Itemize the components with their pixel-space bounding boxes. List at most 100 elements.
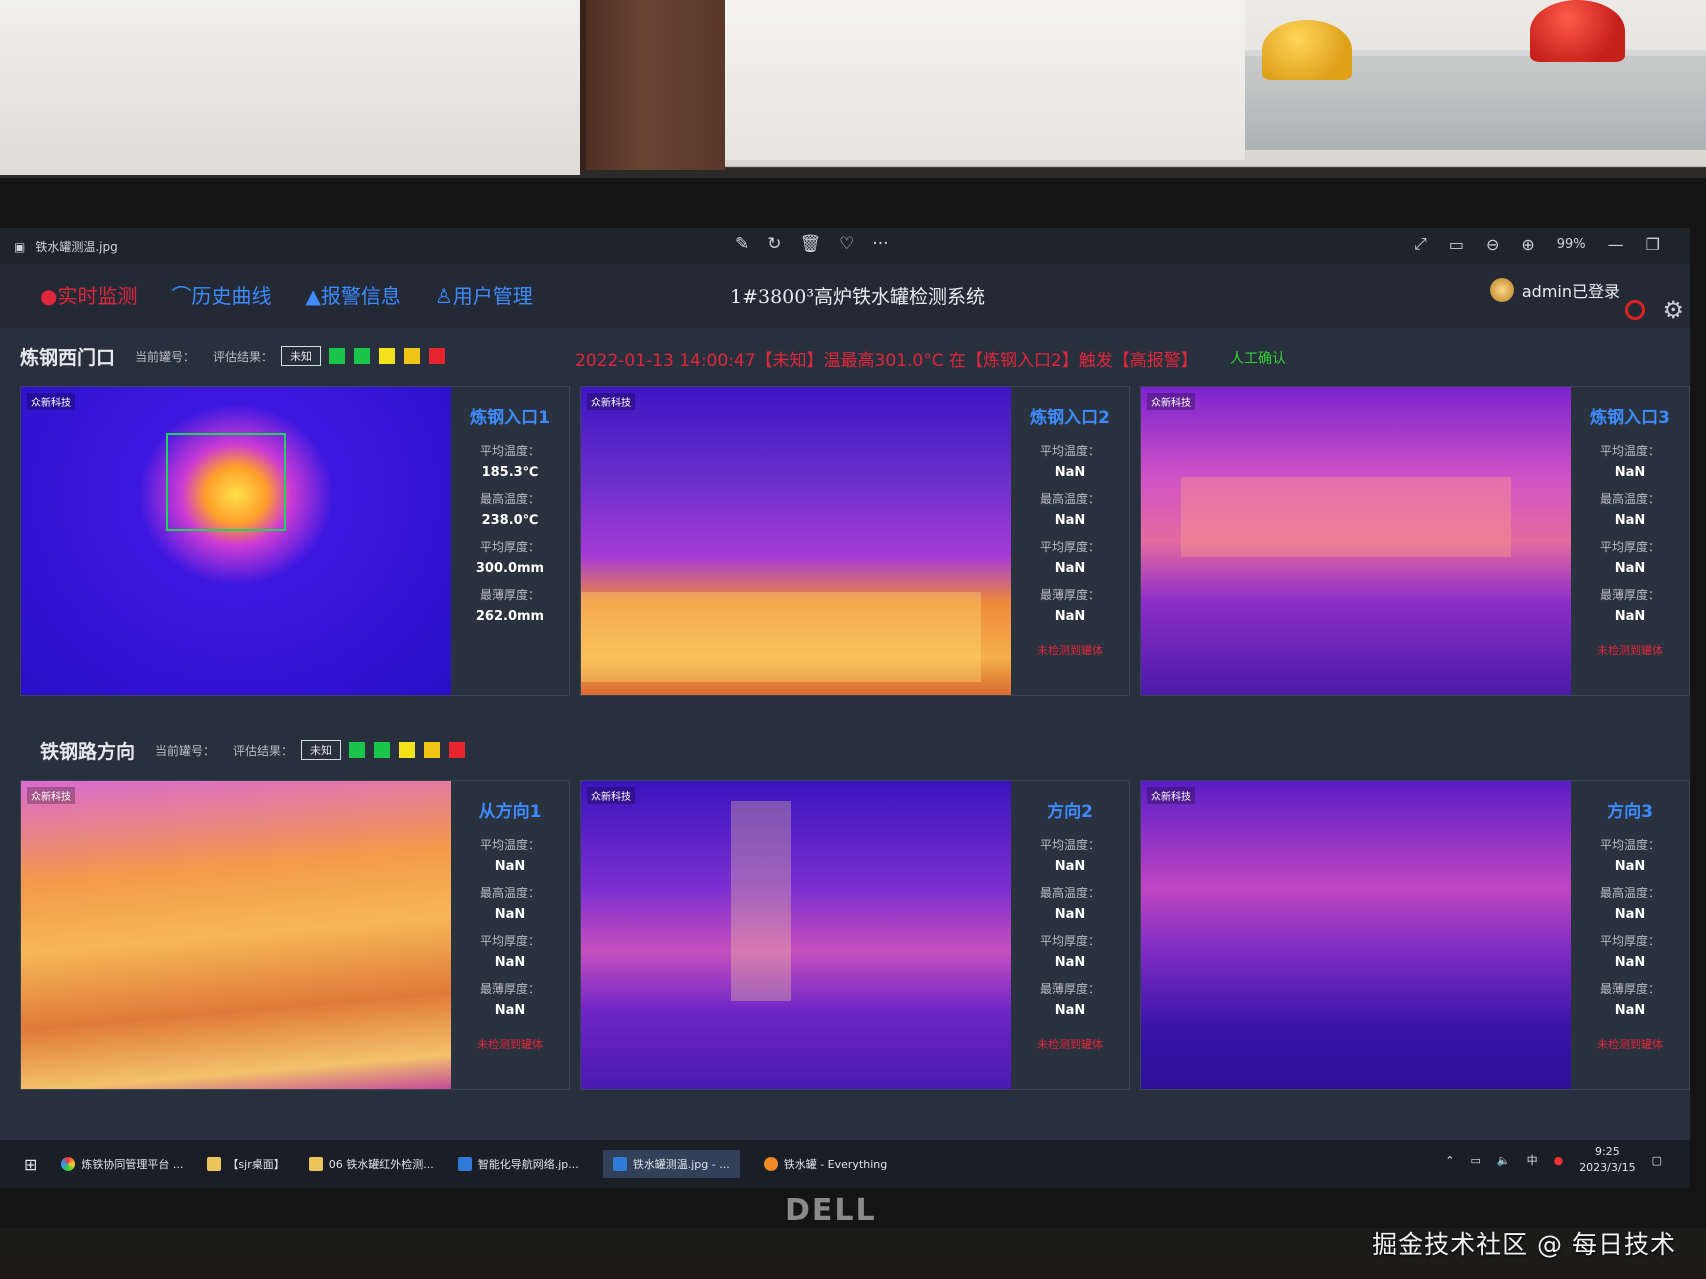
alarm-icon[interactable] [1625, 300, 1645, 320]
result-label: 评估结果： [233, 743, 294, 758]
result-label: 评估结果： [213, 349, 274, 364]
viewer-tools: ✎ ↻ 🗑 ♡ ··· [735, 234, 889, 254]
section-name: 炼钢西门口 [20, 346, 116, 369]
max-temp-label: 最高温度： [479, 492, 540, 506]
zoom-out-icon[interactable]: ⊖ [1486, 235, 1499, 254]
nav-label: 用户管理 [452, 284, 533, 308]
result-value: 未知 [301, 740, 342, 760]
edit-icon[interactable]: ✎ [735, 234, 749, 254]
room-backdrop [0, 0, 1706, 175]
section-bar-steel-road: 铁钢路方向 当前罐号： 评估结果： 未知 [20, 722, 1690, 778]
volume-icon[interactable]: 🔈 [1497, 1154, 1511, 1167]
more-icon[interactable]: ··· [872, 234, 888, 254]
door [580, 0, 725, 170]
taskbar-label: 智能化导航网络.jp... [477, 1158, 579, 1171]
folder-icon [308, 1157, 323, 1171]
manual-confirm-button[interactable]: 人工确认 [1230, 348, 1286, 368]
camera-logo: 众新科技 [1147, 393, 1195, 410]
viewer-controls: ⤢ ▭ ⊖ ⊕ 99% — ❐ [1414, 234, 1660, 254]
monitor-screen: ▣ 铁水罐测温.jpg ✎ ↻ 🗑 ♡ ··· ⤢ ▭ ⊖ ⊕ 99% — ❐ … [0, 228, 1690, 1188]
rotate-icon[interactable]: ↻ [767, 234, 781, 254]
camera-name: 炼钢入口3 [1590, 408, 1670, 428]
avg-temp-value: NaN [1054, 465, 1086, 480]
nav-history[interactable]: ⌒历史曲线 [171, 280, 271, 309]
taskbar-item[interactable]: 铁水罐测温.jpg - ... [602, 1150, 740, 1178]
app-title: 1#3800³高炉铁水罐检测系统 [730, 286, 985, 308]
user-label: admin已登录 [1521, 282, 1620, 301]
photo-viewer-titlebar: ▣ 铁水罐测温.jpg ✎ ↻ 🗑 ♡ ··· ⤢ ▭ ⊖ ⊕ 99% — ❐ [0, 228, 1690, 264]
camera-row-2: 众新科技 从方向1 平均温度： NaN 最高温度： NaN 平均厚度： NaN … [20, 780, 1690, 1090]
taskbar-label: 铁水罐 - Everything [783, 1158, 888, 1171]
restore-icon[interactable]: ❐ [1646, 235, 1660, 254]
status-swatch [349, 742, 366, 758]
network-icon[interactable]: ▭ [1470, 1154, 1480, 1167]
antivirus-icon[interactable]: ● [1554, 1154, 1564, 1167]
taskbar-label: 铁水罐测温.jpg - ... [632, 1158, 730, 1171]
avg-thick-value: NaN [1054, 955, 1086, 970]
photos-icon [612, 1157, 627, 1171]
red-helmet [1530, 0, 1625, 62]
clock-time: 9:25 [1595, 1145, 1620, 1158]
status-swatch [374, 742, 391, 758]
thermal-image[interactable]: 众新科技 [21, 387, 451, 695]
avg-thick-label: 平均厚度： [479, 540, 540, 554]
taskbar-item[interactable]: 炼铁协同管理平台 ... [61, 1156, 183, 1172]
avg-thick-value: NaN [1614, 955, 1646, 970]
hot-region [731, 801, 791, 1001]
system-tray: ⌃ ▭ 🔈 中 ● 9:25 2023/3/15 ▢ [1445, 1144, 1662, 1176]
max-temp-value: 238.0℃ [481, 513, 539, 528]
nav-realtime[interactable]: ●实时监测 [40, 280, 137, 309]
user-status[interactable]: admin已登录 [1489, 278, 1620, 302]
nav-users[interactable]: ♙用户管理 [435, 280, 533, 309]
thermal-image[interactable]: 众新科技 [581, 387, 1011, 695]
avg-temp-value: NaN [494, 859, 526, 874]
gear-icon[interactable]: ⚙ [1662, 296, 1684, 324]
min-thick-value: NaN [494, 1003, 526, 1018]
avg-temp-value: NaN [1614, 465, 1646, 480]
camera-row-1: 众新科技 炼钢入口1 平均温度： 185.3℃ 最高温度： 238.0℃ 平均厚… [20, 386, 1690, 696]
delete-icon[interactable]: 🗑 [800, 234, 822, 254]
camera-info: 炼钢入口1 平均温度： 185.3℃ 最高温度： 238.0℃ 平均厚度： 30… [451, 387, 569, 695]
max-temp-value: NaN [494, 907, 526, 922]
thermal-image[interactable]: 众新科技 [1141, 387, 1571, 695]
zoom-level: 99% [1556, 236, 1586, 252]
camera-name: 方向2 [1047, 802, 1093, 822]
taskbar-item[interactable]: 铁水罐 - Everything [763, 1156, 888, 1172]
camera-info: 方向3 平均温度： NaN 最高温度： NaN 平均厚度： NaN 最薄厚度： … [1571, 781, 1689, 1089]
camera-cell: 众新科技 方向2 平均温度： NaN 最高温度： NaN 平均厚度： NaN 最… [580, 780, 1130, 1090]
status-swatch [449, 742, 466, 758]
camera-name: 炼钢入口1 [470, 408, 550, 428]
notification-icon[interactable]: ▢ [1652, 1154, 1662, 1167]
zoom-in-icon[interactable]: ⊕ [1521, 235, 1534, 254]
start-button[interactable]: ⊞ [24, 1155, 37, 1174]
heart-icon[interactable]: ♡ [839, 234, 854, 254]
monitor-brand-logo: DELL [785, 1193, 877, 1228]
photos-icon [457, 1157, 472, 1171]
chevron-up-icon[interactable]: ⌃ [1445, 1154, 1454, 1167]
avg-thick-label: 平均厚度： [1599, 934, 1660, 948]
fullscreen-icon[interactable]: ⤢ [1414, 234, 1427, 254]
minimize-icon[interactable]: — [1608, 235, 1624, 254]
ime-indicator[interactable]: 中 [1527, 1152, 1538, 1168]
taskbar-item[interactable]: 06 铁水罐红外检测... [308, 1156, 434, 1172]
taskbar-item[interactable]: 智能化导航网络.jp... [457, 1156, 579, 1172]
max-temp-label: 最高温度： [1599, 492, 1660, 506]
wall [0, 0, 580, 175]
nav-alarm[interactable]: ▲报警信息 [305, 280, 400, 309]
hot-region [581, 592, 981, 682]
avg-temp-value: NaN [1614, 859, 1646, 874]
viewer-file: ▣ 铁水罐测温.jpg [14, 238, 118, 255]
min-thick-value: NaN [1614, 1003, 1646, 1018]
thermal-image[interactable]: 众新科技 [21, 781, 451, 1089]
camera-cell: 众新科技 炼钢入口1 平均温度： 185.3℃ 最高温度： 238.0℃ 平均厚… [20, 386, 570, 696]
camera-status: 未检测到罐体 [477, 1038, 543, 1051]
min-thick-label: 最薄厚度： [1599, 982, 1660, 996]
fit-icon[interactable]: ▭ [1449, 235, 1464, 254]
avg-thick-value: NaN [1614, 561, 1646, 576]
thermal-image[interactable]: 众新科技 [1141, 781, 1571, 1089]
thermal-image[interactable]: 众新科技 [581, 781, 1011, 1089]
avg-thick-label: 平均厚度： [1039, 934, 1100, 948]
clock[interactable]: 9:25 2023/3/15 [1579, 1144, 1635, 1176]
taskbar-item[interactable]: 【sjr桌面】 [207, 1156, 285, 1172]
status-swatch [399, 742, 416, 758]
